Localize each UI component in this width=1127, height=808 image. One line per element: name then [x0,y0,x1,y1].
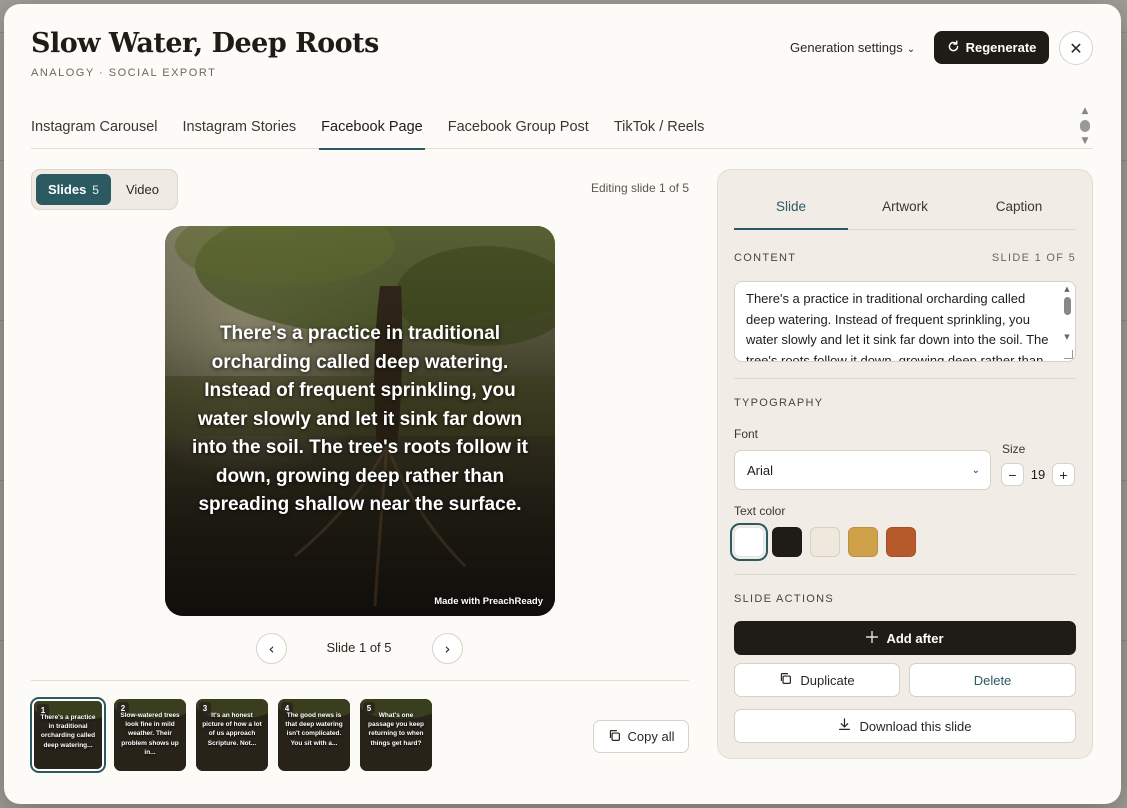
font-select-value: Arial [747,462,774,478]
font-label: Font [734,427,759,441]
size-value: 19 [1030,467,1046,482]
slide-thumbnails: 1 There's a practice in traditional orch… [30,697,432,773]
add-after-label: Add after [886,630,944,646]
mode-toggle: Slides 5 Video [31,169,178,210]
slide-actions-section-label: SLIDE ACTIONS [734,593,835,605]
color-swatch-white[interactable] [730,523,768,561]
font-select[interactable]: Arial ⌄ [734,450,991,490]
text-color-swatches [730,523,916,561]
chevron-down-icon: ⌄ [906,44,916,55]
download-label: Download this slide [859,718,972,734]
tab-caption[interactable]: Caption [962,187,1076,229]
page-title: Slow Water, Deep Roots [31,28,379,59]
slides-count: 5 [92,182,99,197]
slide-thumbnail[interactable]: 2 Slow-watered trees look fine in mild w… [114,699,186,771]
regenerate-label: Regenerate [965,40,1037,55]
divider [31,680,689,681]
editing-status: Editing slide 1 of 5 [590,181,689,195]
tab-instagram-stories[interactable]: Instagram Stories [183,104,309,149]
color-swatch-cream[interactable] [810,527,840,557]
refresh-icon [947,39,960,56]
slide-text: There's a practice in traditional orchar… [192,323,528,515]
slides-mode-button[interactable]: Slides 5 [36,174,111,205]
slide-indicator: Slide 1 of 5 [326,640,392,655]
duplicate-icon [779,672,792,688]
tabs-scrollbar[interactable]: ▲ ▼ [1079,106,1091,146]
delete-button[interactable]: Delete [909,663,1076,697]
page-subtitle: ANALOGY · SOCIAL EXPORT [31,67,217,79]
duplicate-label: Duplicate [800,672,855,688]
thumbnail-text: There's a practice in traditional orchar… [40,714,96,749]
slide-thumbnail[interactable]: 5 What's one passage you keep returning … [360,699,432,771]
close-button[interactable]: ✕ [1059,31,1093,65]
size-label: Size [1002,442,1026,456]
platform-tabs: Instagram Carousel Instagram Stories Fac… [31,104,1093,150]
size-increase-button[interactable]: + [1052,463,1075,486]
color-swatch-black[interactable] [772,527,802,557]
copy-all-button[interactable]: Copy all [593,720,689,753]
size-stepper: − 19 + [1001,463,1075,486]
text-color-label: Text color [734,504,786,518]
tab-artwork[interactable]: Artwork [848,187,962,229]
scroll-down-icon[interactable]: ▼ [1064,333,1069,341]
slide-preview: There's a practice in traditional orchar… [165,226,555,616]
watermark: Made with PreachReady [434,596,543,607]
tab-tiktok-reels[interactable]: TikTok / Reels [614,104,717,149]
scrollbar-thumb[interactable] [1080,120,1090,132]
download-slide-button[interactable]: Download this slide [734,709,1076,743]
chevron-left-icon: ‹ [268,639,275,658]
resize-handle[interactable] [1064,350,1073,359]
textarea-scrollbar[interactable]: ▲ ▼ [1062,285,1072,345]
content-section-label: CONTENT [734,252,797,264]
thumbnail-text: It's an honest picture of how a lot of u… [202,712,262,747]
slide-thumbnail[interactable]: 3 It's an honest picture of how a lot of… [196,699,268,771]
next-slide-button[interactable]: › [432,633,463,664]
color-swatch-gold[interactable] [848,527,878,557]
scrollbar-thumb[interactable] [1063,297,1071,315]
tab-slide[interactable]: Slide [734,187,848,230]
copy-all-label: Copy all [627,729,675,744]
slide-thumbnail[interactable]: 1 There's a practice in traditional orch… [30,697,106,773]
download-icon [838,718,851,734]
thumbnail-text: The good news is that deep watering isn'… [285,712,343,747]
previous-slide-button[interactable]: ‹ [256,633,287,664]
slide-thumbnail[interactable]: 4 The good news is that deep watering is… [278,699,350,771]
thumbnail-text: What's one passage you keep returning to… [368,712,424,747]
scroll-up-icon[interactable]: ▲ [1064,285,1069,293]
duplicate-button[interactable]: Duplicate [734,663,900,697]
plus-icon [866,630,879,646]
slides-label: Slides [48,182,87,197]
close-icon: ✕ [1069,38,1083,58]
slide-editor-panel: Slide Artwork Caption CONTENT SLIDE 1 OF… [717,169,1093,759]
scroll-down-icon[interactable]: ▼ [1082,136,1089,146]
slide-content-textarea[interactable]: There's a practice in traditional orchar… [734,281,1076,362]
regenerate-button[interactable]: Regenerate [934,31,1049,64]
divider [734,574,1076,575]
scroll-up-icon[interactable]: ▲ [1082,106,1089,116]
chevron-right-icon: › [444,639,451,658]
size-decrease-button[interactable]: − [1001,463,1024,486]
divider [734,378,1076,379]
editor-tabs: Slide Artwork Caption [734,187,1076,230]
social-export-modal: Slow Water, Deep Roots ANALOGY · SOCIAL … [4,4,1121,804]
thumbnail-text: Slow-watered trees look fine in mild wea… [120,712,180,756]
generation-settings-button[interactable]: Generation settings ⌄ [790,40,915,55]
tab-facebook-group-post[interactable]: Facebook Group Post [448,104,601,149]
generation-settings-label: Generation settings [790,40,903,55]
copy-icon [608,729,621,745]
slide-content-text: There's a practice in traditional orchar… [746,291,1049,362]
color-swatch-rust[interactable] [886,527,916,557]
add-after-button[interactable]: Add after [734,621,1076,655]
video-mode-button[interactable]: Video [115,174,170,205]
tab-instagram-carousel[interactable]: Instagram Carousel [31,104,170,149]
chevron-down-icon: ⌄ [971,464,980,476]
slide-position-label: SLIDE 1 OF 5 [991,252,1076,264]
typography-section-label: TYPOGRAPHY [734,397,824,409]
tab-facebook-page[interactable]: Facebook Page [319,104,435,150]
